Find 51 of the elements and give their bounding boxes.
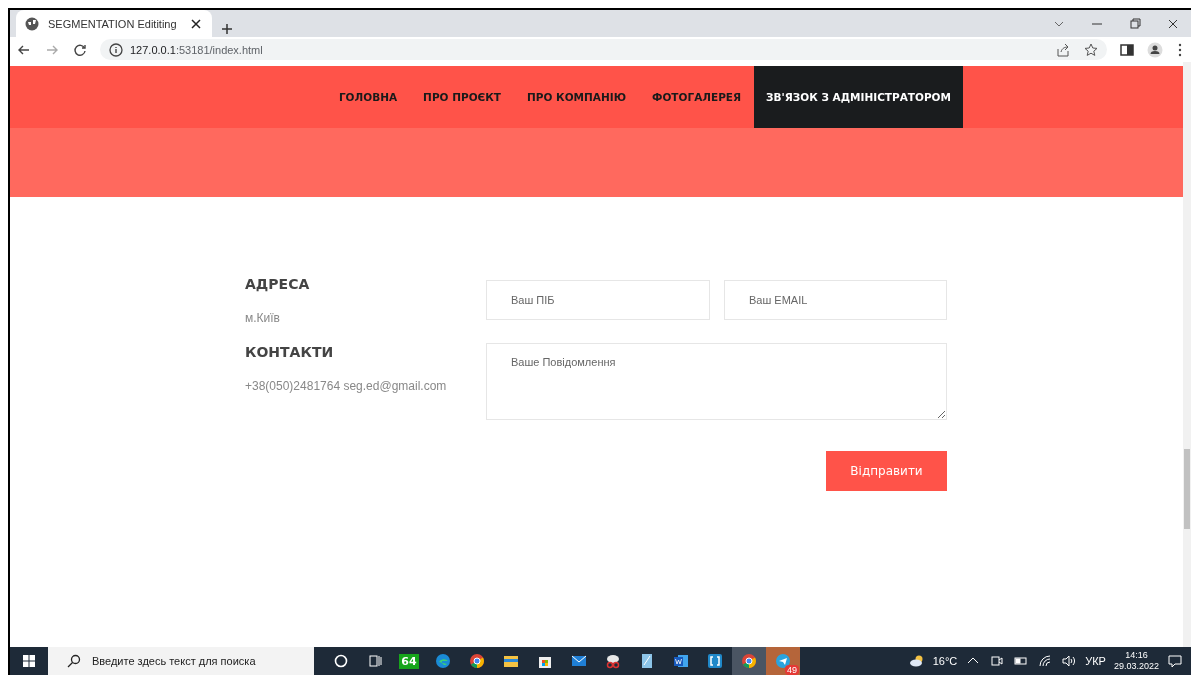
chrome-icon[interactable] bbox=[741, 653, 757, 669]
windows-icon[interactable] bbox=[21, 653, 37, 669]
tablet-icon[interactable] bbox=[639, 653, 655, 669]
brackets-icon[interactable] bbox=[707, 653, 723, 669]
taskbar-search-field[interactable]: Введите здесь текст для поиска bbox=[90, 654, 310, 668]
info-icon[interactable] bbox=[108, 41, 124, 58]
app-icon[interactable]: 64 bbox=[399, 653, 419, 669]
scrollbar[interactable] bbox=[1183, 62, 1191, 647]
url-text: 127.0.0.1:53181/index.html bbox=[130, 43, 263, 56]
notification-icon[interactable] bbox=[1167, 653, 1183, 669]
plus-icon[interactable] bbox=[219, 21, 235, 37]
address-text: м.Київ bbox=[245, 311, 281, 325]
contacts-text: +38(050)2481764 seg.ed@gmail.com bbox=[245, 379, 446, 393]
email-field[interactable]: Ваш EMAIL bbox=[724, 280, 947, 320]
name-field[interactable]: Ваш ПІБ bbox=[486, 280, 710, 320]
cloud-icon[interactable] bbox=[908, 653, 925, 669]
language-indicator[interactable]: УКР bbox=[1085, 655, 1106, 667]
volume-icon[interactable] bbox=[1061, 653, 1078, 669]
paper-plane-icon[interactable] bbox=[775, 653, 791, 669]
star-icon[interactable] bbox=[1083, 41, 1099, 58]
notification-badge: 49 bbox=[785, 665, 799, 675]
section-heading: КОНТАКТИ bbox=[245, 344, 335, 360]
address-bar[interactable]: 127.0.0.1:53181/index.html bbox=[100, 39, 1107, 60]
task-view-icon[interactable] bbox=[367, 653, 383, 669]
circle-icon[interactable] bbox=[333, 653, 349, 669]
active-app-tab[interactable] bbox=[732, 647, 766, 675]
meet-icon[interactable] bbox=[989, 653, 1006, 669]
share-icon[interactable] bbox=[1055, 41, 1071, 58]
chrome-icon[interactable] bbox=[469, 653, 485, 669]
nav-link[interactable]: ГОЛОВНА bbox=[325, 66, 411, 128]
browser-tab[interactable]: SEGMENTATION Edititing bbox=[16, 10, 212, 37]
word-icon[interactable] bbox=[673, 653, 689, 669]
clock[interactable]: 14:16 29.03.2022 bbox=[1113, 650, 1159, 672]
envelope-icon[interactable] bbox=[571, 653, 587, 669]
edge-icon[interactable] bbox=[435, 653, 451, 669]
taskbar-search-box[interactable]: Введите здесь текст для поиска bbox=[48, 647, 314, 675]
submit-button[interactable]: Відправити bbox=[826, 451, 947, 491]
tab-title: SEGMENTATION Edititing bbox=[48, 17, 178, 30]
nav-link[interactable]: ФОТОГАЛЕРЕЯ bbox=[639, 66, 755, 128]
folder-icon[interactable] bbox=[503, 653, 519, 669]
side-panel-icon[interactable] bbox=[1119, 41, 1135, 58]
temperature-text: 16°C bbox=[932, 655, 958, 667]
nav-link[interactable]: ПРО ПРОЄКТ bbox=[410, 66, 515, 128]
search-icon[interactable] bbox=[66, 653, 82, 669]
message-field[interactable]: Ваше Повідомлення bbox=[486, 343, 947, 420]
active-app-tab[interactable]: 49 bbox=[766, 647, 800, 675]
restore-icon[interactable] bbox=[1127, 15, 1143, 32]
nav-link[interactable]: ПРО КОМПАНІЮ bbox=[514, 66, 639, 128]
profile-icon[interactable] bbox=[1147, 41, 1163, 58]
section-heading: АДРЕСА bbox=[245, 276, 311, 292]
nav-link[interactable]: ЗВ'ЯЗОК З АДМІНІСТРАТОРОМ bbox=[754, 66, 963, 128]
